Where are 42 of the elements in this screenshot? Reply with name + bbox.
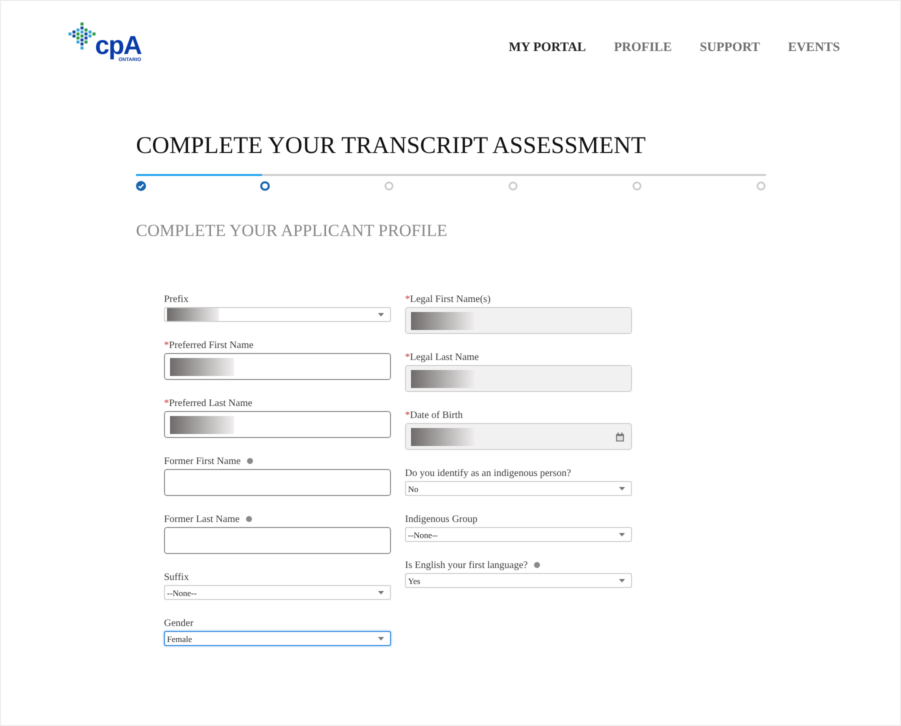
- maple-leaf-icon: [67, 21, 97, 51]
- input-field[interactable]: [164, 411, 391, 438]
- page-title: COMPLETE YOUR TRANSCRIPT ASSESSMENT: [136, 132, 647, 160]
- dropdown[interactable]: [164, 307, 391, 322]
- input-field[interactable]: [164, 469, 391, 496]
- step-check-icon[interactable]: [136, 181, 146, 191]
- input-field[interactable]: [164, 353, 391, 380]
- field-label: Suffix: [164, 572, 189, 582]
- section-title: COMPLETE YOUR APPLICANT PROFILE: [136, 221, 448, 241]
- field-label: Gender: [164, 618, 194, 628]
- logo-wordmark: cpA: [95, 33, 142, 57]
- nav-link[interactable]: PROFILE: [614, 39, 672, 55]
- caret-icon: [378, 312, 384, 316]
- dropdown[interactable]: --None--: [405, 527, 632, 542]
- caret-icon: [619, 486, 625, 490]
- field-label: Former First Name: [164, 456, 241, 466]
- step-circle-icon[interactable]: [260, 181, 270, 191]
- caret-icon: [378, 636, 384, 640]
- nav-link[interactable]: MY PORTAL: [508, 39, 586, 55]
- field-label: *Preferred Last Name: [164, 398, 252, 408]
- caret-icon: [619, 532, 625, 536]
- caret-icon: [378, 590, 384, 594]
- field-label: Former Last Name: [164, 514, 240, 524]
- caret-icon: [619, 578, 625, 582]
- info-icon[interactable]: [246, 516, 252, 522]
- field-label: Prefix: [164, 294, 188, 304]
- nav-link[interactable]: SUPPORT: [700, 39, 760, 55]
- info-icon[interactable]: [534, 562, 540, 568]
- field-label: Indigenous Group: [405, 514, 478, 524]
- dropdown[interactable]: Female: [164, 631, 391, 646]
- field-label: *Preferred First Name: [164, 340, 254, 350]
- field-label: Is English your first language?: [405, 560, 528, 570]
- dropdown[interactable]: --None--: [164, 585, 391, 600]
- dropdown[interactable]: Yes: [405, 573, 632, 588]
- field-label: Do you identify as an indigenous person?: [405, 468, 572, 478]
- input-field[interactable]: [164, 527, 391, 554]
- field-label: *Legal First Name(s): [405, 294, 491, 304]
- info-icon[interactable]: [246, 458, 253, 464]
- dropdown[interactable]: No: [405, 481, 632, 496]
- field-label: *Date of Birth: [405, 410, 463, 420]
- field-label: *Legal Last Name: [405, 352, 479, 362]
- nav-link[interactable]: EVENTS: [788, 39, 840, 55]
